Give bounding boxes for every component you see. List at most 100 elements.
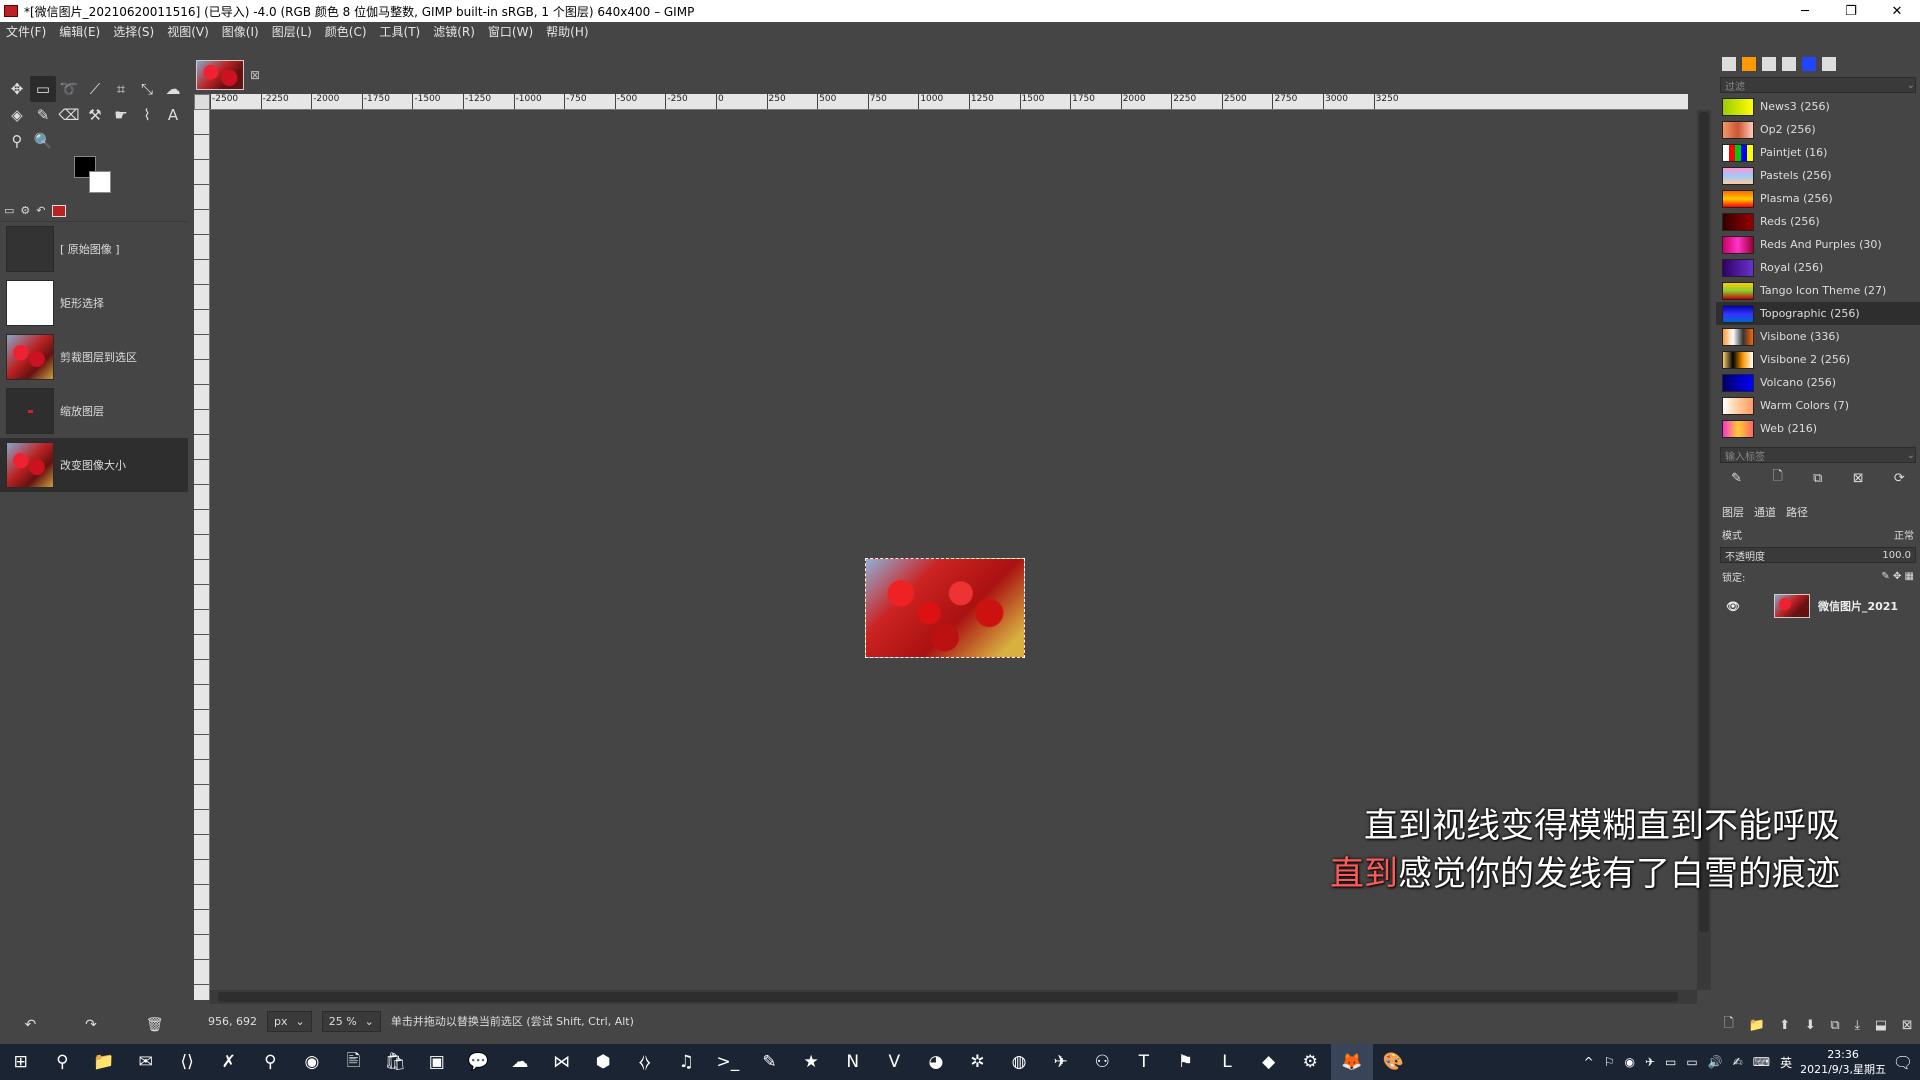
file-explorer-icon[interactable]: 📁 [83,1044,125,1080]
move-tool-icon[interactable]: ✥ [4,76,30,102]
paintbrush-tool-icon[interactable]: ✎ [30,102,56,128]
menu-windows[interactable]: 窗口(W) [488,23,533,40]
transform-tool-icon[interactable]: ⤡ [134,76,160,102]
color-picker-tool-icon[interactable]: ⚲ [4,128,30,154]
delete-palette-icon[interactable]: ⊠ [1853,471,1864,486]
palette-item[interactable]: Visibone 2 (256) [1716,348,1920,371]
canvas-image-raspberries[interactable] [865,558,1025,658]
raise-layer-icon[interactable]: ⬆ [1779,1018,1790,1033]
palette-item[interactable]: Topographic (256) [1716,302,1920,325]
visual-studio-icon[interactable]: ⋈ [541,1044,583,1080]
delete-layer-icon[interactable]: ⊠ [1902,1018,1913,1033]
code-editor-icon[interactable]: ⧼⧽ [624,1044,666,1080]
network-icon[interactable]: ▭ [1686,1055,1697,1069]
palette-item[interactable]: Reds (256) [1716,210,1920,233]
keyboard-icon[interactable]: ⌨ [1753,1055,1770,1069]
app-l-icon[interactable]: L [1206,1044,1248,1080]
gear-icon[interactable]: ⚙ [1289,1044,1331,1080]
palette-tag-input[interactable]: 输入标签 ⌄ [1720,447,1916,463]
undo-icon[interactable]: ↶ [24,1017,36,1033]
new-palette-icon[interactable]: 🗋 [1772,467,1782,489]
tab-paths[interactable]: 路径 [1786,504,1808,520]
palette-item[interactable]: Tango Icon Theme (27) [1716,279,1920,302]
opacity-value[interactable]: 100.0 [1882,550,1911,561]
pen-icon[interactable]: ✍ [1733,1055,1743,1069]
search-app-icon[interactable]: ⚲ [250,1044,292,1080]
palette-item[interactable]: Volcano (256) [1716,371,1920,394]
spotify-icon[interactable]: ◍ [998,1044,1040,1080]
palette-item[interactable]: Warm Colors (7) [1716,394,1920,417]
brushes-tab-icon[interactable] [1722,57,1736,71]
image-tab[interactable]: ⊠ [194,58,276,92]
horizontal-scroll-thumb[interactable] [218,992,1678,1002]
menu-tools[interactable]: 工具(T) [380,23,421,40]
close-button[interactable]: ✕ [1874,0,1920,22]
minimize-button[interactable]: ─ [1782,0,1828,22]
history-item[interactable]: 矩形选择 [0,276,188,330]
chrome-icon[interactable]: ◉ [291,1044,333,1080]
palette-item[interactable]: Pastels (256) [1716,164,1920,187]
tray-bird-icon[interactable]: ✈ [1645,1055,1655,1069]
cloud-icon[interactable]: ☁ [499,1044,541,1080]
notification-icon[interactable]: 🗨 [1886,1053,1920,1072]
tab-layers[interactable]: 图层 [1722,504,1744,520]
fuzzy-select-tool-icon[interactable]: ⟋ [82,76,108,102]
onenote-icon[interactable]: N [832,1044,874,1080]
clock[interactable]: 23:36 2021/9/3,星期五 [1800,1047,1886,1077]
netease-music-icon[interactable]: ♫ [666,1044,708,1080]
palette-item[interactable]: Web (216) [1716,417,1920,440]
menu-edit[interactable]: 编辑(E) [59,23,100,40]
palette-filter-input[interactable]: 过滤 ⌄ [1720,77,1916,93]
new-layer-icon[interactable]: 🗋 [1723,1014,1733,1036]
fonts-tab-icon[interactable] [1762,57,1776,71]
lower-layer-icon[interactable]: ⬇ [1805,1018,1816,1033]
redo-icon[interactable]: ↷ [85,1017,97,1033]
clone-tool-icon[interactable]: ⚒ [82,102,108,128]
mail-icon[interactable]: ✉ [125,1044,167,1080]
palettes-tab-icon[interactable] [1802,57,1816,71]
device-status-tab-icon[interactable]: ⚙ [20,204,30,217]
settings-wheel-icon[interactable]: ✲ [957,1044,999,1080]
vertical-ruler[interactable] [194,110,210,1000]
bucket-fill-tool-icon[interactable]: ◈ [4,102,30,128]
duplicate-layer-icon[interactable]: ⧉ [1830,1018,1839,1033]
vs-blend-icon[interactable]: V [873,1044,915,1080]
crop-tool-icon[interactable]: ⌗ [108,76,134,102]
disk-icon[interactable]: ⚇ [1081,1044,1123,1080]
history-item[interactable]: 剪裁图层到选区 [0,330,188,384]
add-mask-icon[interactable]: ⬓ [1875,1018,1887,1033]
fluent-icon[interactable]: ⚑ [1165,1044,1207,1080]
menu-colors[interactable]: 颜色(C) [325,23,367,40]
merge-down-icon[interactable]: ⤓ [1854,1018,1860,1033]
xcode-icon[interactable]: ✗ [208,1044,250,1080]
rect-select-tool-icon[interactable]: ▭ [30,76,56,102]
typora-icon[interactable]: T [1123,1044,1165,1080]
eraser-tool-icon[interactable]: ⌫ [56,102,82,128]
palette-item[interactable]: Op2 (256) [1716,118,1920,141]
smudge-tool-icon[interactable]: ☛ [108,102,134,128]
layer-item[interactable]: 👁 微信图片_2021 [1716,591,1920,621]
zoom-select[interactable]: 25 % ⌄ [321,1010,381,1032]
vscode-icon[interactable]: ⟨⟩ [166,1044,208,1080]
edit-palette-icon[interactable]: ✎ [1731,471,1742,486]
lock-icons[interactable]: ✎ ✥ ▦ [1881,571,1914,582]
undo-history-tab-icon[interactable]: ↶ [36,204,45,217]
menu-layer[interactable]: 图层(L) [272,23,312,40]
gimp-icon[interactable]: 🦊 [1331,1044,1373,1080]
menu-select[interactable]: 选择(S) [113,23,154,40]
text-tool-icon[interactable]: A [160,102,186,128]
menu-filters[interactable]: 滤镜(R) [433,23,475,40]
palette-item[interactable]: Royal (256) [1716,256,1920,279]
paint-dynamics-tab-icon[interactable] [1822,57,1836,71]
menu-help[interactable]: 帮助(H) [546,23,588,40]
refresh-palettes-icon[interactable]: ⟳ [1894,471,1905,486]
wechat-icon[interactable]: 💬 [458,1044,500,1080]
gimp-alt-icon[interactable]: ◕ [915,1044,957,1080]
volume-icon[interactable]: 🔊 [1708,1055,1723,1069]
menu-view[interactable]: 视图(V) [167,23,209,40]
palette-item[interactable]: Reds And Purples (30) [1716,233,1920,256]
patterns-tab-icon[interactable] [1742,57,1756,71]
history-item[interactable]: [ 原始图像 ] [0,222,188,276]
eye-icon[interactable]: 👁 [1726,600,1740,613]
lasso-tool-icon[interactable]: ➰ [56,76,82,102]
